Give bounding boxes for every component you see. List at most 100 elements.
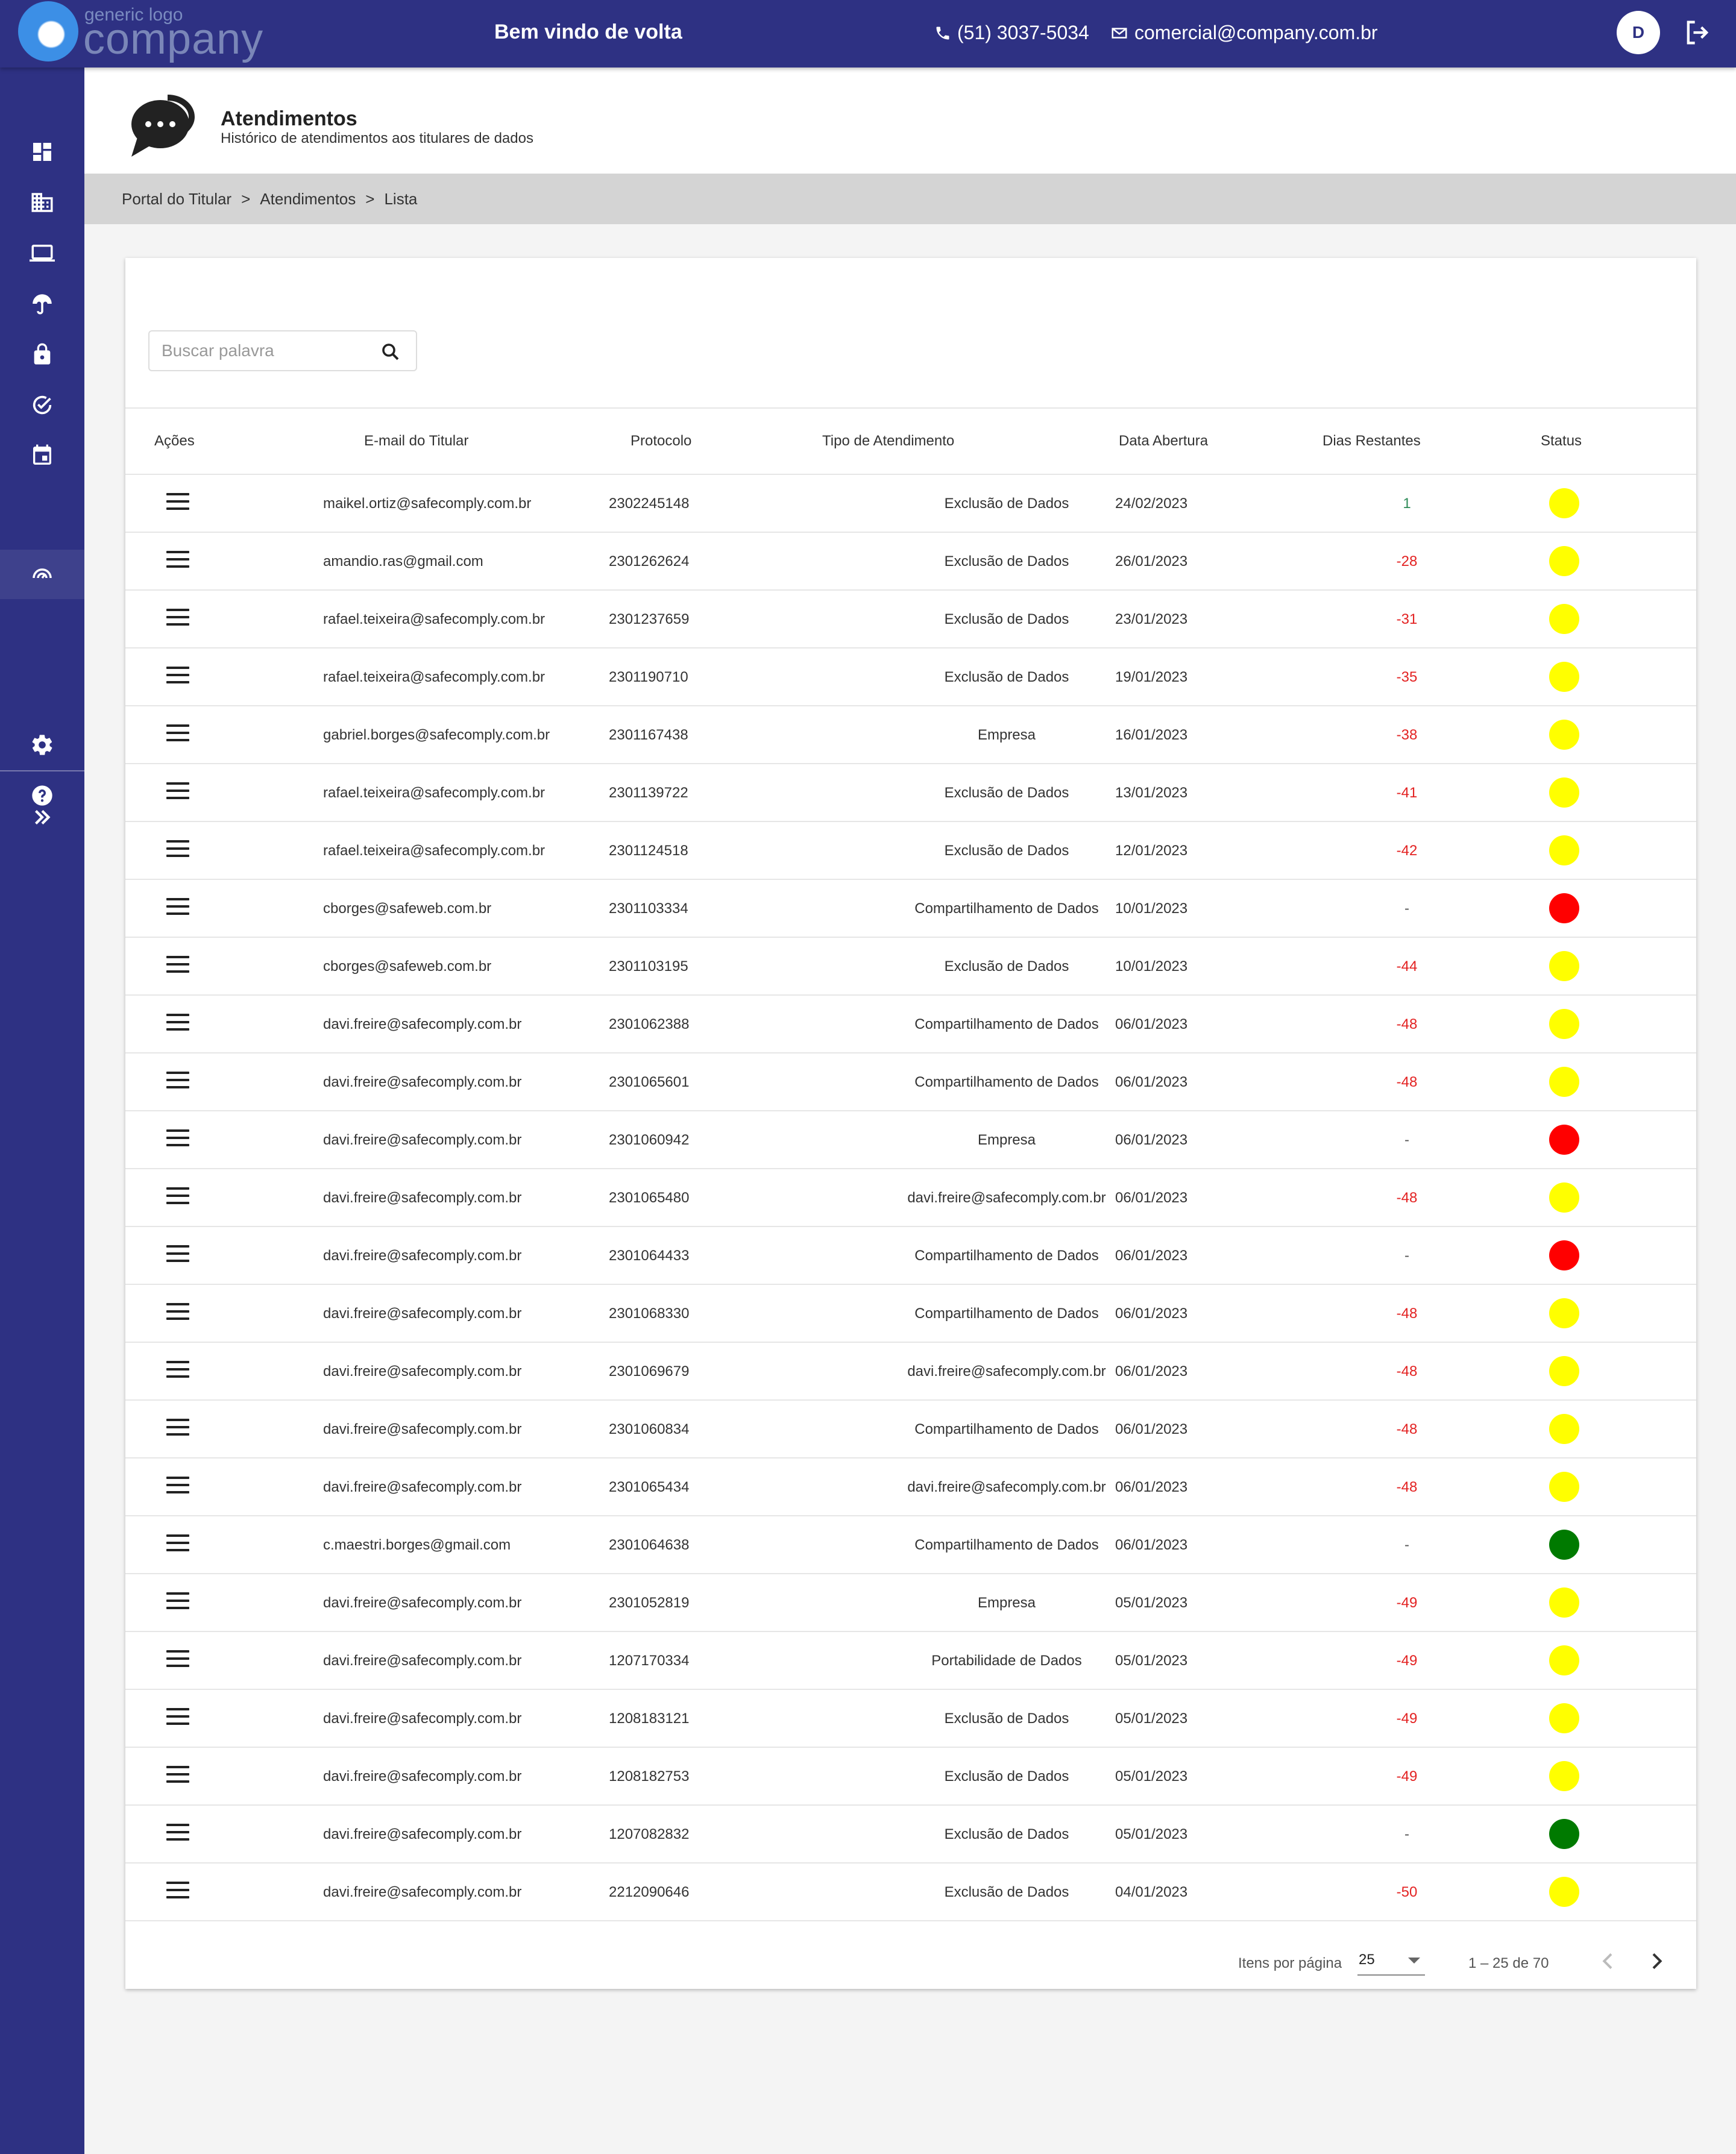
cell-tipo: Portabilidade de Dados xyxy=(931,1653,1082,1669)
row-actions-menu-icon[interactable] xyxy=(166,1187,190,1208)
umbrella-icon[interactable] xyxy=(28,289,57,318)
cell-email: davi.freire@safecomply.com.br xyxy=(323,1421,522,1437)
laptop-icon[interactable] xyxy=(28,239,57,268)
previous-page-icon[interactable] xyxy=(1596,1949,1620,1973)
cell-data-abertura: 05/01/2023 xyxy=(1115,1653,1188,1669)
cell-protocolo: 2301065434 xyxy=(609,1479,690,1495)
row-actions-menu-icon[interactable] xyxy=(166,840,190,861)
row-actions-menu-icon[interactable] xyxy=(166,782,190,803)
cell-data-abertura: 06/01/2023 xyxy=(1115,1479,1188,1495)
row-actions-menu-icon[interactable] xyxy=(166,493,190,513)
cell-data-abertura: 16/01/2023 xyxy=(1115,727,1188,743)
cell-protocolo: 2301190710 xyxy=(609,669,688,685)
settings-icon[interactable] xyxy=(28,730,57,759)
support-icon[interactable] xyxy=(28,559,57,588)
row-actions-menu-icon[interactable] xyxy=(166,1882,190,1902)
breadcrumb-item-atendimentos[interactable]: Atendimentos xyxy=(260,190,356,209)
row-actions-menu-icon[interactable] xyxy=(166,1419,190,1439)
status-indicator xyxy=(1549,893,1579,923)
cell-email: davi.freire@safecomply.com.br xyxy=(323,1190,522,1206)
cell-data-abertura: 19/01/2023 xyxy=(1115,669,1188,685)
row-actions-menu-icon[interactable] xyxy=(166,1650,190,1671)
cell-dias-restantes: -48 xyxy=(1396,1479,1418,1495)
row-actions-menu-icon[interactable] xyxy=(166,551,190,571)
row-actions-menu-icon[interactable] xyxy=(166,609,190,629)
cell-data-abertura: 24/02/2023 xyxy=(1115,495,1188,512)
table-row: gabriel.borges@safecomply.com.br 23011674… xyxy=(125,706,1696,764)
cell-tipo: Exclusão de Dados xyxy=(944,1710,1069,1727)
cell-data-abertura: 06/01/2023 xyxy=(1115,1537,1188,1553)
row-actions-menu-icon[interactable] xyxy=(166,1129,190,1150)
status-indicator xyxy=(1549,1645,1579,1675)
cell-data-abertura: 12/01/2023 xyxy=(1115,843,1188,859)
cell-email: davi.freire@safecomply.com.br xyxy=(323,1653,522,1669)
cell-protocolo: 2301103334 xyxy=(609,900,688,917)
row-actions-menu-icon[interactable] xyxy=(166,667,190,687)
lock-icon[interactable] xyxy=(28,340,57,369)
row-actions-menu-icon[interactable] xyxy=(166,1477,190,1497)
cell-tipo: Compartilhamento de Dados xyxy=(914,1305,1099,1322)
cell-email: c.maestri.borges@gmail.com xyxy=(323,1537,511,1553)
row-actions-menu-icon[interactable] xyxy=(166,1708,190,1729)
cell-dias-restantes: - xyxy=(1404,1248,1409,1264)
search-icon[interactable] xyxy=(380,341,401,363)
row-actions-menu-icon[interactable] xyxy=(166,1361,190,1381)
check-circle-icon[interactable] xyxy=(28,391,57,419)
user-avatar[interactable]: D xyxy=(1617,11,1660,54)
next-page-icon[interactable] xyxy=(1644,1949,1668,1973)
cell-tipo: davi.freire@safecomply.com.br xyxy=(907,1190,1106,1206)
cell-data-abertura: 06/01/2023 xyxy=(1115,1363,1188,1380)
cell-dias-restantes: -31 xyxy=(1396,611,1418,627)
calendar-icon[interactable] xyxy=(28,441,57,470)
row-actions-menu-icon[interactable] xyxy=(166,1824,190,1844)
row-actions-menu-icon[interactable] xyxy=(166,1245,190,1266)
cell-protocolo: 2301065601 xyxy=(609,1074,690,1090)
cell-data-abertura: 04/01/2023 xyxy=(1115,1884,1188,1900)
header-dias[interactable]: Dias Restantes xyxy=(1322,433,1421,450)
table-row: davi.freire@safecomply.com.br 2301064433 C… xyxy=(125,1227,1696,1285)
cell-protocolo: 2301262624 xyxy=(609,553,690,570)
cell-data-abertura: 05/01/2023 xyxy=(1115,1768,1188,1785)
logout-icon[interactable] xyxy=(1682,17,1713,48)
table-row: davi.freire@safecomply.com.br 2212090646 E… xyxy=(125,1864,1696,1921)
header-email[interactable]: E-mail do Titular xyxy=(364,433,468,450)
row-actions-menu-icon[interactable] xyxy=(166,1534,190,1555)
row-actions-menu-icon[interactable] xyxy=(166,956,190,976)
phone-number: (51) 3037-5034 xyxy=(957,22,1089,43)
status-indicator xyxy=(1549,662,1579,692)
cell-dias-restantes: -42 xyxy=(1396,843,1418,859)
search-input[interactable] xyxy=(162,341,366,360)
table-row: davi.freire@safecomply.com.br 2301060834 C… xyxy=(125,1401,1696,1459)
cell-dias-restantes: -48 xyxy=(1396,1421,1418,1437)
cell-data-abertura: 10/01/2023 xyxy=(1115,900,1188,917)
expand-icon[interactable] xyxy=(28,803,57,832)
row-actions-menu-icon[interactable] xyxy=(166,1592,190,1613)
table-row: davi.freire@safecomply.com.br 2301069679 d… xyxy=(125,1343,1696,1401)
header-status[interactable]: Status xyxy=(1541,433,1582,450)
header-tipo[interactable]: Tipo de Atendimento xyxy=(822,433,954,450)
header-protocolo[interactable]: Protocolo xyxy=(631,433,691,450)
row-actions-menu-icon[interactable] xyxy=(166,724,190,745)
header-data[interactable]: Data Abertura xyxy=(1119,433,1208,450)
row-actions-menu-icon[interactable] xyxy=(166,1766,190,1786)
breadcrumb-item-portal[interactable]: Portal do Titular xyxy=(122,190,231,209)
status-indicator xyxy=(1549,1240,1579,1270)
row-actions-menu-icon[interactable] xyxy=(166,1014,190,1034)
building-icon[interactable] xyxy=(28,188,57,217)
cell-protocolo: 2301103195 xyxy=(609,958,688,975)
row-actions-menu-icon[interactable] xyxy=(166,1072,190,1092)
cell-data-abertura: 06/01/2023 xyxy=(1115,1132,1188,1148)
top-bar: generic logo company Bem vindo de volta … xyxy=(0,0,1736,68)
cell-dias-restantes: -49 xyxy=(1396,1653,1418,1669)
cell-tipo: Exclusão de Dados xyxy=(944,1768,1069,1785)
cell-protocolo: 2301124518 xyxy=(609,843,688,859)
row-actions-menu-icon[interactable] xyxy=(166,898,190,918)
cell-data-abertura: 06/01/2023 xyxy=(1115,1248,1188,1264)
dashboard-icon[interactable] xyxy=(28,137,57,166)
row-actions-menu-icon[interactable] xyxy=(166,1303,190,1323)
items-per-page-select[interactable]: 25 xyxy=(1357,1943,1425,1976)
content-card: Ações E-mail do Titular Protocolo Tipo d… xyxy=(125,258,1696,1989)
cell-email: davi.freire@safecomply.com.br xyxy=(323,1363,522,1380)
status-indicator xyxy=(1549,604,1579,634)
table-row: davi.freire@safecomply.com.br 2301065434 d… xyxy=(125,1459,1696,1516)
